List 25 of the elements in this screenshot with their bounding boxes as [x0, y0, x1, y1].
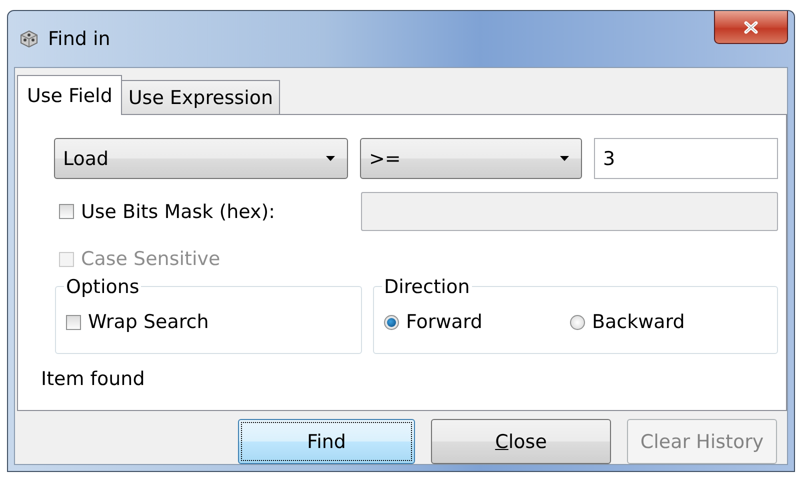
checkbox-label: Use Bits Mask (hex): — [81, 200, 276, 222]
radio-label: Forward — [406, 311, 482, 333]
close-button[interactable] — [714, 11, 788, 44]
radio-label: Backward — [592, 311, 685, 333]
checkbox-label: Case Sensitive — [81, 248, 220, 270]
checkbox-label: Wrap Search — [88, 311, 209, 333]
tab[interactable]: Use Expression — [121, 80, 280, 114]
checkbox[interactable] — [66, 314, 81, 330]
caret-icon — [326, 156, 335, 161]
status-text: Item found — [41, 368, 146, 390]
close-icon — [743, 20, 759, 34]
field-dropdown[interactable]: Load — [54, 138, 348, 179]
value-field[interactable]: 3 — [594, 138, 778, 179]
group-title: Direction — [383, 276, 471, 298]
radio-button[interactable] — [384, 314, 399, 330]
radio-button[interactable] — [570, 314, 585, 330]
window-title: Find in — [48, 28, 110, 50]
find-button[interactable]: Find — [238, 419, 415, 464]
caret-icon — [560, 156, 569, 161]
dialog-button[interactable]: Close — [431, 419, 611, 464]
operator-dropdown[interactable]: >= — [360, 138, 582, 179]
cube-icon — [20, 30, 38, 48]
tab[interactable]: Use Field — [17, 75, 122, 115]
group-title: Options — [65, 276, 140, 298]
checkbox[interactable] — [59, 204, 74, 219]
